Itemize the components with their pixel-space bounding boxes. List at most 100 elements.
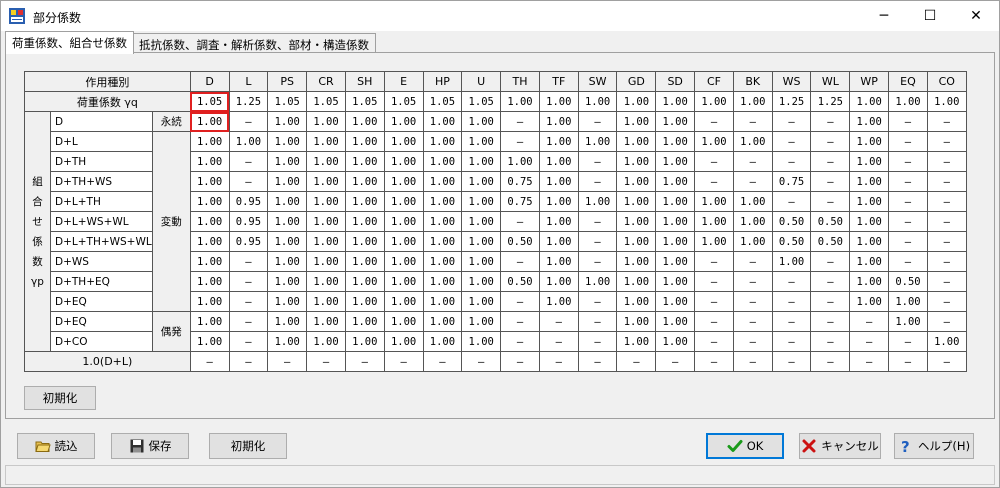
combination-cell[interactable]: 1.00 [461, 331, 502, 352]
combination-cell[interactable]: 1.00 [849, 231, 890, 252]
combination-cell[interactable]: — [926, 151, 967, 172]
combination-cell[interactable]: 1.00 [189, 291, 230, 312]
combination-cell[interactable]: 1.00 [422, 151, 463, 172]
combination-cell[interactable]: 1.00 [228, 131, 269, 152]
combination-cell[interactable]: 1.00 [267, 331, 308, 352]
footer-cell[interactable]: — [810, 351, 851, 372]
combination-cell[interactable]: 1.00 [732, 131, 773, 152]
combination-cell[interactable]: — [888, 331, 928, 352]
combination-cell[interactable]: — [732, 311, 773, 332]
combination-cell[interactable]: — [771, 331, 812, 352]
combination-cell[interactable]: 1.00 [732, 211, 773, 232]
footer-cell[interactable]: — [500, 351, 540, 372]
combination-cell[interactable]: — [732, 111, 773, 132]
combination-cell[interactable]: 1.00 [189, 271, 230, 292]
combination-cell[interactable]: — [500, 311, 540, 332]
footer-cell[interactable]: — [771, 351, 812, 372]
footer-cell[interactable]: — [616, 351, 657, 372]
combination-cell[interactable]: — [500, 111, 540, 132]
load-factor-cell[interactable]: 1.00 [926, 91, 967, 112]
combination-cell[interactable]: — [926, 271, 967, 292]
combination-cell[interactable]: — [926, 171, 967, 192]
combination-cell[interactable]: — [732, 291, 773, 312]
combination-cell[interactable]: 1.00 [422, 271, 463, 292]
load-factor-cell[interactable]: 1.05 [267, 91, 308, 112]
combination-cell[interactable]: — [810, 291, 851, 312]
combination-cell[interactable]: — [771, 311, 812, 332]
combination-cell[interactable]: 1.00 [383, 171, 424, 192]
combination-cell[interactable]: — [810, 131, 851, 152]
combination-cell[interactable]: 1.00 [849, 171, 890, 192]
combination-cell[interactable]: 1.00 [694, 231, 734, 252]
combination-cell[interactable]: 1.00 [189, 311, 230, 332]
combination-cell[interactable]: 1.00 [655, 231, 696, 252]
footer-cell[interactable]: — [926, 351, 967, 372]
load-factor-cell[interactable]: 1.05 [461, 91, 502, 112]
combination-cell[interactable]: — [771, 111, 812, 132]
combination-cell[interactable]: — [228, 291, 269, 312]
load-button[interactable]: 読込 [17, 433, 95, 459]
combination-cell[interactable]: 1.00 [771, 251, 812, 272]
combination-cell[interactable]: 1.00 [732, 231, 773, 252]
combination-cell[interactable]: 0.50 [810, 211, 851, 232]
combination-cell[interactable]: 1.00 [616, 291, 657, 312]
combination-cell[interactable]: — [732, 251, 773, 272]
combination-cell[interactable]: 1.00 [616, 151, 657, 172]
combination-cell[interactable]: — [849, 331, 890, 352]
combination-cell[interactable]: 1.00 [306, 231, 346, 252]
combination-cell[interactable]: 1.00 [267, 231, 308, 252]
combination-cell[interactable]: — [888, 111, 928, 132]
combination-cell[interactable]: 1.00 [422, 131, 463, 152]
combination-cell[interactable]: 1.00 [655, 311, 696, 332]
combination-cell[interactable]: 1.00 [849, 211, 890, 232]
load-factor-cell[interactable]: 1.05 [344, 91, 385, 112]
combination-cell[interactable]: 1.00 [655, 291, 696, 312]
combination-cell[interactable]: 1.00 [461, 191, 502, 212]
combination-cell[interactable]: — [771, 191, 812, 212]
combination-cell[interactable]: 1.00 [655, 191, 696, 212]
combination-cell[interactable]: 1.00 [344, 111, 385, 132]
footer-cell[interactable]: — [189, 351, 230, 372]
combination-cell[interactable]: 1.00 [616, 131, 657, 152]
combination-cell[interactable]: 1.00 [344, 251, 385, 272]
combination-cell[interactable]: — [228, 111, 269, 132]
combination-cell[interactable]: — [810, 151, 851, 172]
combination-cell[interactable]: 1.00 [616, 311, 657, 332]
combination-cell[interactable]: — [228, 311, 269, 332]
combination-cell[interactable]: 1.00 [577, 131, 618, 152]
combination-cell[interactable]: 1.00 [849, 271, 890, 292]
combination-cell[interactable]: 1.00 [538, 271, 579, 292]
combination-cell[interactable]: 1.00 [422, 191, 463, 212]
combination-cell[interactable]: — [694, 331, 734, 352]
combination-cell[interactable]: 1.00 [655, 251, 696, 272]
combination-cell[interactable]: 1.00 [306, 171, 346, 192]
combination-cell[interactable]: — [849, 311, 890, 332]
combination-cell[interactable]: — [500, 291, 540, 312]
combination-cell[interactable]: — [577, 291, 618, 312]
combination-cell[interactable]: — [538, 331, 579, 352]
combination-cell[interactable]: 1.00 [344, 231, 385, 252]
footer-cell[interactable]: — [849, 351, 890, 372]
combination-cell[interactable]: 1.00 [422, 171, 463, 192]
combination-cell[interactable]: — [926, 291, 967, 312]
combination-cell[interactable]: 1.00 [306, 211, 346, 232]
load-factor-cell[interactable]: 1.00 [577, 91, 618, 112]
combination-cell[interactable]: — [732, 331, 773, 352]
combination-cell[interactable]: — [926, 211, 967, 232]
combination-cell[interactable]: 1.00 [849, 131, 890, 152]
combination-cell[interactable]: 1.00 [616, 211, 657, 232]
combination-cell[interactable]: 1.00 [461, 251, 502, 272]
combination-cell[interactable]: 1.00 [461, 211, 502, 232]
load-factor-cell[interactable]: 1.00 [732, 91, 773, 112]
combination-cell[interactable]: 1.00 [344, 191, 385, 212]
load-factor-cell[interactable]: 1.05 [422, 91, 463, 112]
combination-cell[interactable]: — [538, 311, 579, 332]
combination-cell[interactable]: — [810, 191, 851, 212]
combination-cell[interactable]: 1.00 [267, 191, 308, 212]
combination-cell[interactable]: 1.00 [267, 111, 308, 132]
combination-cell[interactable]: 1.00 [189, 191, 230, 212]
combination-cell[interactable]: 1.00 [422, 251, 463, 272]
combination-cell[interactable]: 1.00 [461, 131, 502, 152]
combination-cell[interactable]: 1.00 [267, 291, 308, 312]
combination-cell[interactable]: 1.00 [577, 271, 618, 292]
